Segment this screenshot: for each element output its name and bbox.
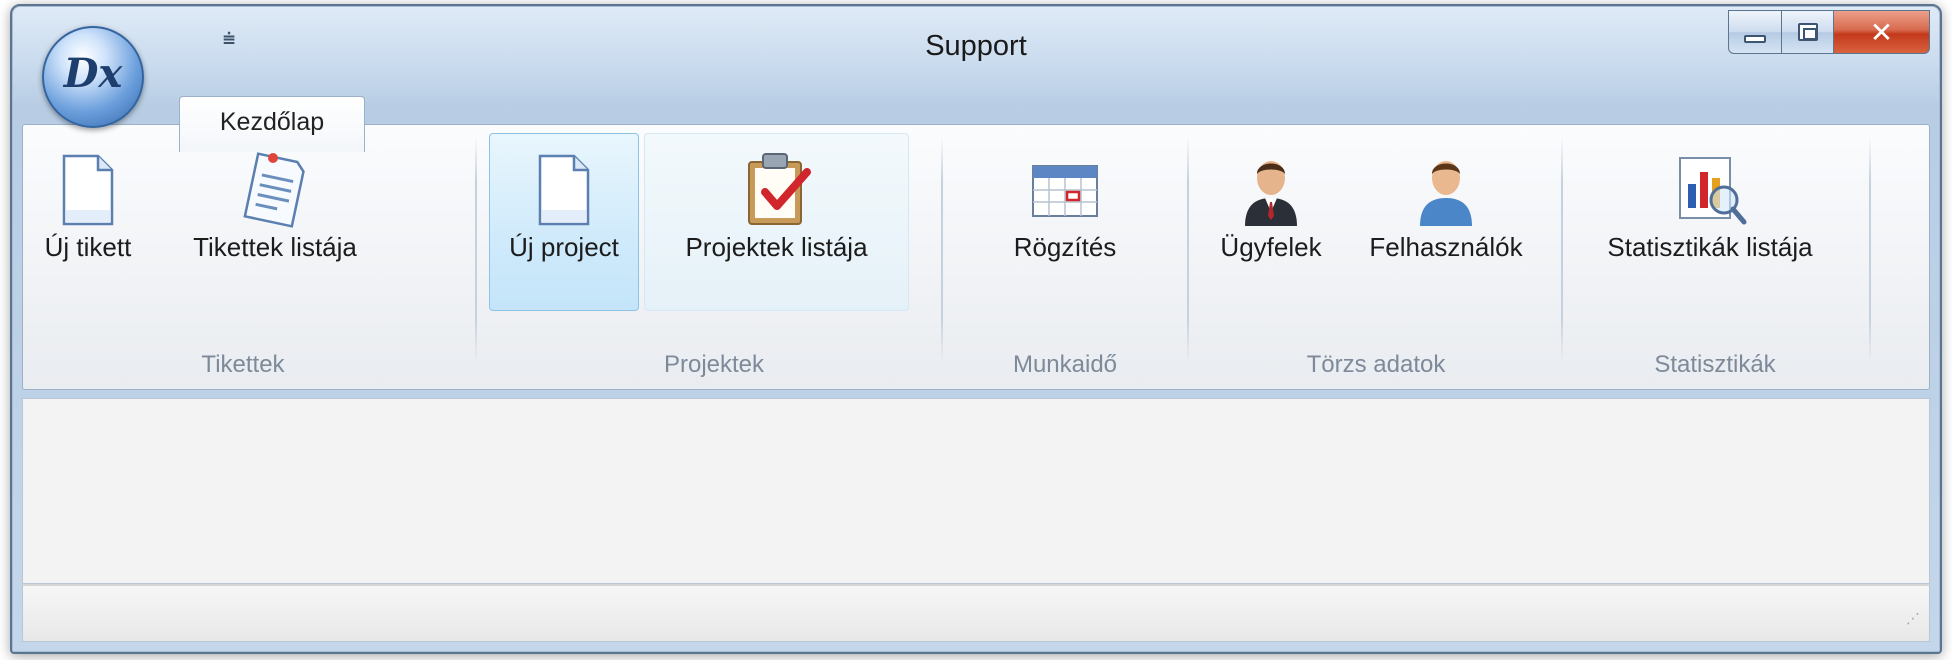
group-separator — [941, 137, 943, 363]
maximize-button[interactable] — [1782, 10, 1834, 54]
notes-list-icon — [243, 152, 305, 228]
ticket-list-button[interactable]: Tikettek listája — [165, 133, 385, 311]
project-list-button[interactable]: Projektek listája — [644, 133, 909, 311]
new-document-icon — [538, 154, 590, 226]
ribbon-tab-strip: Kezdőlap — [12, 70, 1940, 152]
ribbon-group-munkaido: Rögzítés Munkaidő — [945, 125, 1185, 389]
group-label-statisztikak: Statisztikák — [1654, 351, 1776, 378]
ribbon-panel: Új tikett Tikettek listája Tikettek Új p… — [22, 124, 1930, 390]
close-icon: ✕ — [1869, 16, 1894, 48]
statistics-list-button[interactable]: Statisztikák listája — [1575, 133, 1845, 311]
new-ticket-label: Új tikett — [44, 232, 132, 262]
main-content-area — [22, 398, 1930, 584]
clipboard-check-icon — [747, 153, 811, 225]
users-label: Felhasználók — [1369, 232, 1523, 262]
ribbon-group-torzs-adatok: Ügyfelek Felhasználók Törzs adatok — [1191, 125, 1561, 389]
customers-label: Ügyfelek — [1220, 232, 1322, 262]
group-label-torzs-adatok: Törzs adatok — [1306, 351, 1446, 378]
ticket-list-label: Tikettek listája — [193, 232, 357, 262]
window-title: Support — [925, 30, 1027, 62]
chart-magnifier-icon — [1679, 157, 1747, 225]
app-window: ⩧ Support ✕ Dx Kezdőlap Új tikett Tikett… — [10, 4, 1942, 654]
group-label-munkaido: Munkaidő — [1012, 351, 1118, 378]
group-label-tikettek: Tikettek — [201, 351, 285, 378]
restore-icon — [1797, 23, 1818, 41]
project-list-label: Projektek listája — [685, 232, 868, 262]
minimize-icon — [1744, 35, 1766, 43]
application-menu-button[interactable]: Dx — [42, 26, 144, 128]
minimize-button[interactable] — [1728, 10, 1782, 54]
customers-button[interactable]: Ügyfelek — [1201, 133, 1341, 311]
new-document-icon — [62, 154, 114, 226]
ribbon-group-tikettek: Új tikett Tikettek listája Tikettek — [23, 125, 463, 389]
user-icon — [1420, 161, 1472, 226]
group-separator — [475, 137, 477, 363]
close-button[interactable]: ✕ — [1834, 10, 1930, 54]
customer-icon — [1245, 161, 1297, 226]
tab-kezdolap[interactable]: Kezdőlap — [179, 96, 365, 152]
record-time-label: Rögzítés — [1013, 232, 1117, 262]
record-time-button[interactable]: Rögzítés — [985, 133, 1145, 311]
new-project-label: Új project — [509, 232, 619, 262]
app-logo-text: Dx — [63, 50, 123, 97]
statistics-list-label: Statisztikák listája — [1607, 232, 1813, 262]
resize-grip-icon[interactable]: ⋰ — [1901, 611, 1921, 633]
status-bar: ⋰ — [22, 584, 1930, 642]
group-separator — [1869, 137, 1871, 363]
group-label-projektek: Projektek — [663, 351, 765, 378]
ribbon-group-projektek: Új project Projektek listája Projektek — [479, 125, 949, 389]
group-separator — [1187, 137, 1189, 363]
window-controls: ✕ — [1728, 10, 1930, 54]
group-separator — [1561, 137, 1563, 363]
new-project-button[interactable]: Új project — [489, 133, 639, 311]
calendar-icon — [1032, 165, 1098, 217]
users-button[interactable]: Felhasználók — [1351, 133, 1541, 311]
ribbon-group-statisztikak: Statisztikák listája Statisztikák — [1565, 125, 1865, 389]
new-ticket-button[interactable]: Új tikett — [33, 133, 143, 311]
